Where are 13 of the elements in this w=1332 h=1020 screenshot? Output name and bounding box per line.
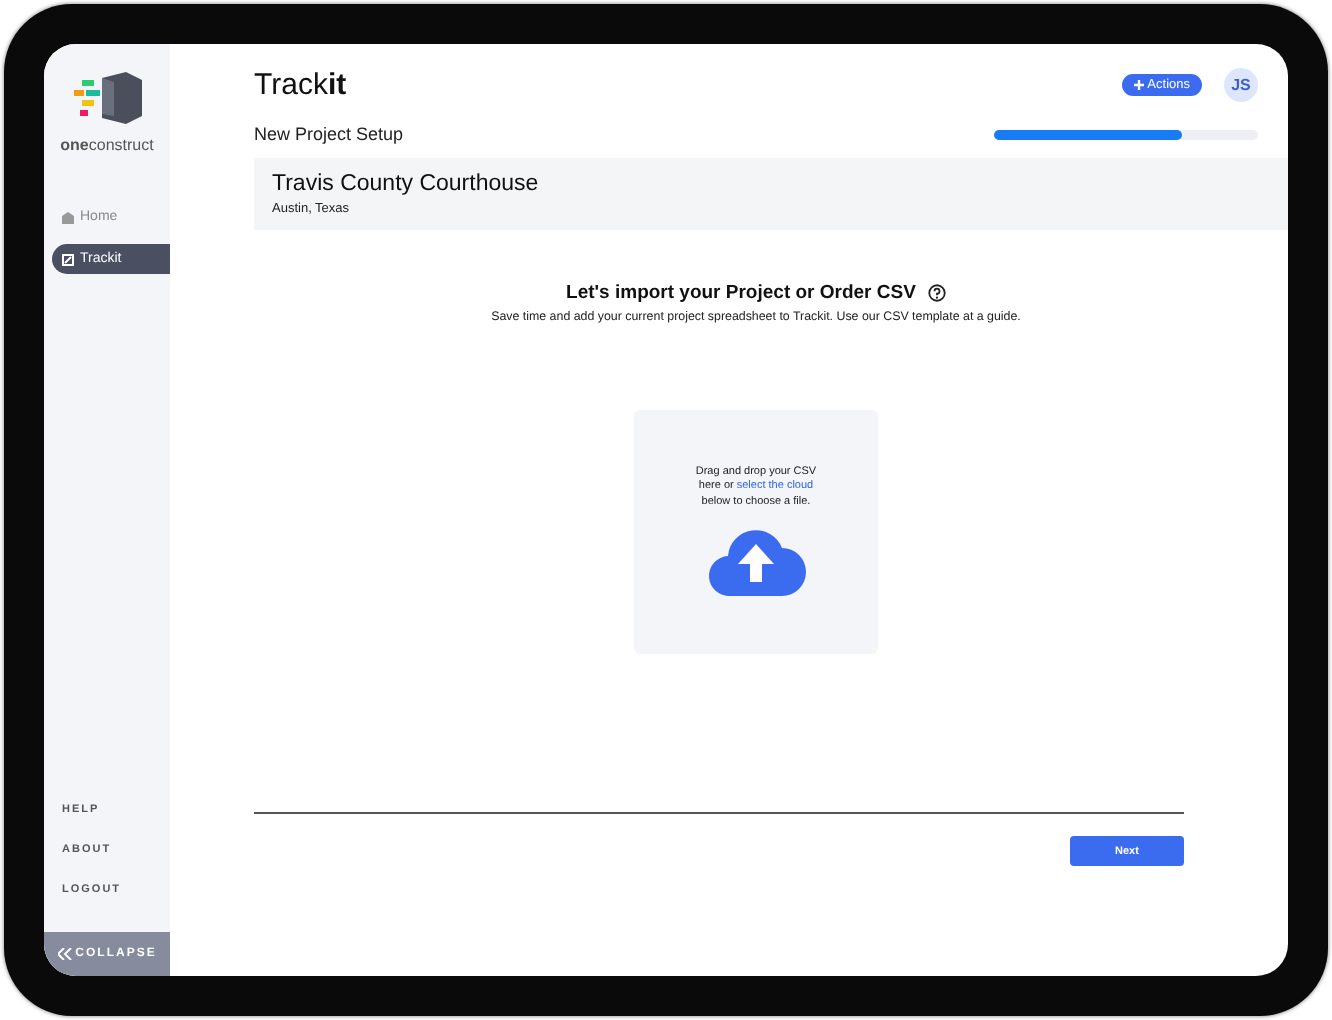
project-name: Travis County Courthouse — [272, 172, 541, 196]
logo-wordmark: oneconstruct — [60, 136, 154, 154]
import-heading: Let's import your Project or Order CSV — [566, 282, 916, 304]
page-title: Trackit — [254, 67, 347, 101]
cloud-upload-icon[interactable] — [706, 528, 806, 597]
help-icon[interactable] — [927, 284, 946, 302]
grid-icon — [62, 253, 74, 265]
plus-icon — [1133, 79, 1144, 89]
setup-label: New Project Setup — [254, 124, 404, 144]
logo-icon — [73, 72, 141, 124]
user-avatar[interactable]: JS — [1224, 67, 1258, 101]
double-chevron-icon — [57, 948, 72, 960]
building-icon — [62, 211, 74, 223]
